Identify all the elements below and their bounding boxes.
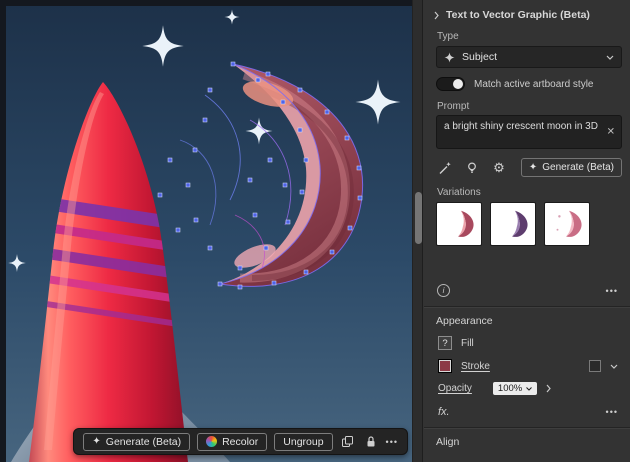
- artboard-canvas[interactable]: ✦ Generate (Beta) Recolor Ungroup •••: [0, 0, 412, 462]
- variations-label: Variations: [437, 187, 481, 198]
- opacity-link[interactable]: Opacity: [438, 383, 472, 394]
- lightbulb-icon[interactable]: [464, 160, 480, 176]
- section-divider: [424, 427, 630, 429]
- duplicate-icon[interactable]: [340, 434, 356, 450]
- more-options-icon[interactable]: •••: [386, 437, 398, 447]
- type-selected-value: Subject: [462, 51, 498, 63]
- sparkle-icon: ✦: [528, 161, 538, 173]
- prompt-text: a bright shiny crescent moon in 3D: [444, 121, 598, 132]
- opacity-row: Opacity 100%: [438, 382, 618, 395]
- recolor-button[interactable]: Recolor: [197, 432, 268, 451]
- align-title: Align: [436, 436, 460, 448]
- match-style-toggle[interactable]: [436, 77, 465, 91]
- prompt-label: Prompt: [437, 101, 470, 112]
- clear-prompt-icon[interactable]: ✕: [607, 127, 615, 138]
- chevron-down-icon: [526, 386, 533, 391]
- stroke-link[interactable]: Stroke: [461, 361, 490, 372]
- match-style-label: Match active artboard style: [474, 78, 594, 90]
- type-dropdown[interactable]: Subject: [436, 46, 622, 68]
- panel-generate-label: Generate (Beta): [542, 162, 614, 173]
- fill-indicator-icon[interactable]: ?: [438, 336, 452, 350]
- app-window: ✦ Generate (Beta) Recolor Ungroup ••• Te…: [0, 0, 630, 462]
- wand-icon[interactable]: [437, 160, 453, 176]
- ungroup-label: Ungroup: [283, 435, 324, 448]
- scrollbar-thumb[interactable]: [415, 192, 422, 244]
- stroke-swatch[interactable]: [438, 359, 452, 373]
- fx-button[interactable]: fx.: [438, 406, 450, 418]
- chevron-right-icon[interactable]: [546, 384, 552, 393]
- subject-icon: [444, 52, 455, 63]
- panel-title: Text to Vector Graphic (Beta): [446, 9, 590, 21]
- text-to-vector-panel: Text to Vector Graphic (Beta) Type Subje…: [424, 0, 630, 462]
- prompt-actions-row: ⚙ ✦ Generate (Beta): [437, 158, 622, 177]
- prompt-input[interactable]: a bright shiny crescent moon in 3D ✕: [436, 115, 622, 149]
- lock-icon[interactable]: [363, 434, 379, 450]
- opacity-value-dropdown[interactable]: 100%: [492, 382, 538, 395]
- chevron-down-icon: [606, 55, 614, 60]
- type-label: Type: [437, 31, 459, 42]
- stroke-weight-box[interactable]: [589, 360, 601, 372]
- variation-thumb-2[interactable]: [490, 202, 536, 246]
- info-icon[interactable]: i: [437, 284, 450, 297]
- opacity-value: 100%: [497, 383, 523, 394]
- chevron-right-icon[interactable]: [434, 11, 439, 20]
- sparkle-icon: ✦: [92, 435, 101, 447]
- toggle-knob: [453, 79, 463, 89]
- generate-beta-button[interactable]: ✦ Generate (Beta): [83, 432, 191, 451]
- context-taskbar: ✦ Generate (Beta) Recolor Ungroup •••: [73, 428, 408, 455]
- appearance-title: Appearance: [436, 315, 493, 327]
- panel-header: Text to Vector Graphic (Beta): [424, 0, 630, 21]
- more-options-icon[interactable]: •••: [606, 286, 618, 296]
- color-wheel-icon: [206, 436, 218, 447]
- chevron-down-icon[interactable]: [610, 364, 618, 369]
- fill-label: Fill: [461, 337, 474, 349]
- stroke-row: Stroke: [438, 359, 618, 373]
- panel-scrollbar: [412, 0, 423, 462]
- section-divider: [424, 306, 630, 308]
- ungroup-button[interactable]: Ungroup: [274, 432, 333, 451]
- recolor-label: Recolor: [222, 435, 259, 448]
- artboard-style-row: Match active artboard style: [436, 77, 622, 91]
- variations-row: [436, 202, 622, 246]
- night-sky-scene: [0, 0, 412, 462]
- panel-footer-row: i •••: [437, 284, 618, 297]
- gear-icon[interactable]: ⚙: [491, 160, 507, 176]
- variation-thumb-1[interactable]: [436, 202, 482, 246]
- variation-thumb-3[interactable]: [544, 202, 590, 246]
- effects-row: fx. •••: [438, 406, 618, 418]
- more-options-icon[interactable]: •••: [606, 407, 618, 417]
- generate-beta-label: Generate (Beta): [105, 435, 182, 448]
- panel-generate-button[interactable]: ✦ Generate (Beta): [520, 158, 622, 177]
- fill-row: ? Fill: [438, 336, 618, 350]
